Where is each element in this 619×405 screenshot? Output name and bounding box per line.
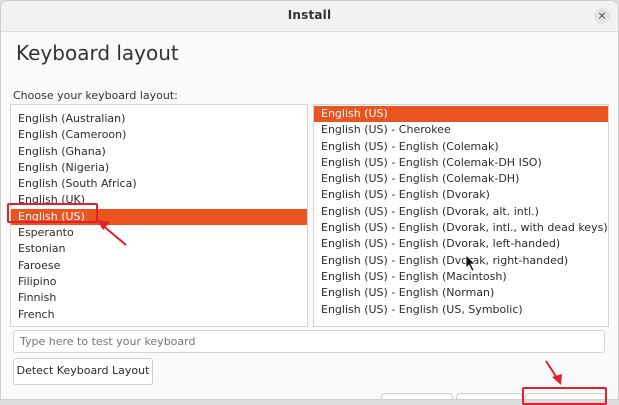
- mouse-cursor-icon: [465, 254, 476, 272]
- arrow-head-icon: [97, 220, 110, 230]
- annotation-arrows: [97, 220, 562, 385]
- arrow-head-icon: [552, 374, 562, 385]
